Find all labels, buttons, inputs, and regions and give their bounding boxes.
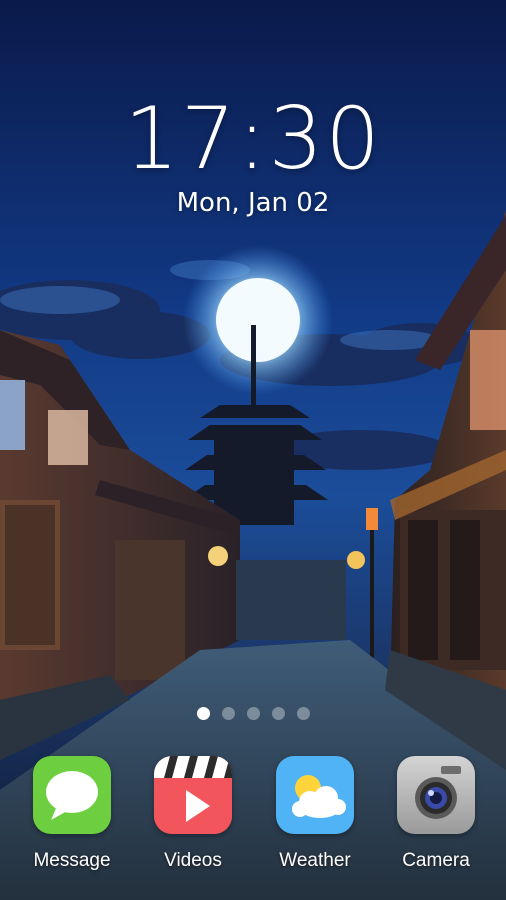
app-label-message: Message	[33, 850, 111, 871]
page-dot-4[interactable]	[271, 707, 285, 720]
home-screen: 17:30 Mon, Jan 02 Message Videos Weather…	[0, 0, 506, 900]
message-icon[interactable]	[33, 756, 111, 834]
app-weather[interactable]: Weather	[260, 756, 370, 872]
page-dot-2[interactable]	[221, 707, 235, 720]
lockscreen-clock: 17:30	[124, 89, 382, 189]
app-label-weather: Weather	[279, 850, 351, 871]
app-videos[interactable]: Videos	[138, 756, 248, 872]
video-play-icon[interactable]	[154, 756, 232, 834]
camera-icon[interactable]	[397, 756, 475, 834]
app-label-camera: Camera	[402, 850, 470, 871]
app-message[interactable]: Message	[17, 756, 127, 872]
weather-icon[interactable]	[276, 756, 354, 834]
page-indicator[interactable]	[0, 707, 506, 720]
app-camera[interactable]: Camera	[381, 756, 491, 872]
lockscreen-date: Mon, Jan 02	[176, 188, 330, 218]
page-dot-1[interactable]	[196, 707, 210, 720]
app-dock: Message Videos Weather Camera	[0, 756, 506, 896]
page-dot-5[interactable]	[296, 707, 310, 720]
app-label-videos: Videos	[164, 850, 222, 871]
page-dot-3[interactable]	[246, 707, 260, 720]
